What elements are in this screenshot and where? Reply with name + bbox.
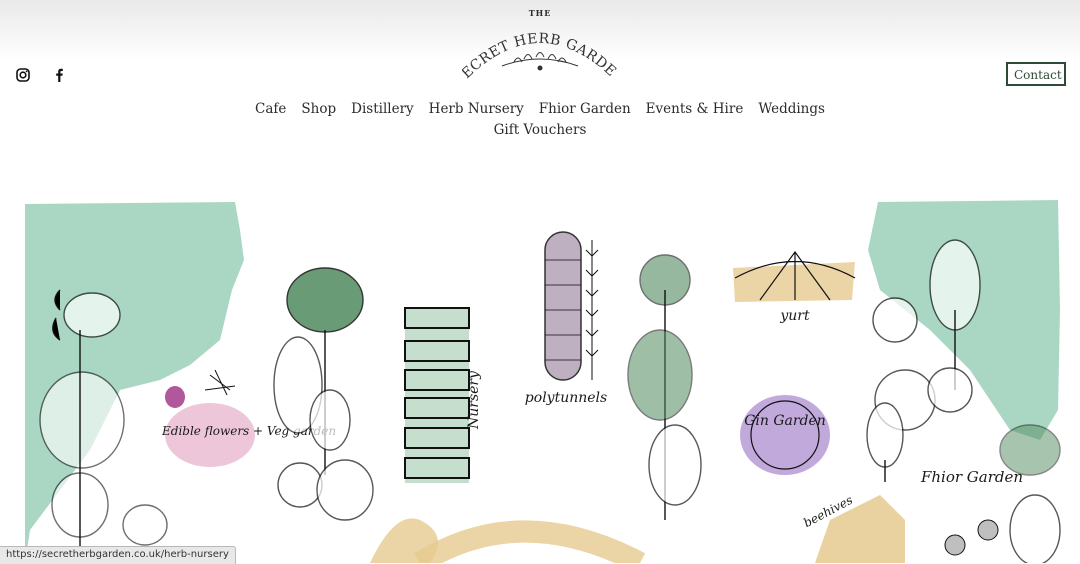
facebook-icon[interactable]	[50, 66, 68, 84]
status-bar-url: https://secretherbgarden.co.uk/herb-nurs…	[0, 546, 236, 564]
nav-item-herb-nursery[interactable]: Herb Nursery	[429, 101, 524, 122]
svg-text:polytunnels: polytunnels	[525, 390, 607, 406]
nav-item-events-hire[interactable]: Events & Hire	[646, 101, 744, 122]
garden-map-illustration: Edible flowers + Veg garden Nursery poly…	[25, 200, 1061, 563]
nav-item-weddings[interactable]: Weddings	[758, 101, 825, 122]
svg-text:Nursery: Nursery	[466, 370, 482, 430]
nav-item-shop[interactable]: Shop	[301, 101, 336, 122]
svg-text:SECRET HERB GARDEN: SECRET HERB GARDEN	[462, 16, 618, 82]
svg-text:yurt: yurt	[779, 308, 810, 324]
svg-text:Gin Garden: Gin Garden	[744, 413, 826, 429]
beehives: beehives	[801, 493, 905, 563]
garden-path-arc	[414, 520, 646, 563]
yurt: yurt	[733, 250, 856, 324]
fhior-garden: Fhior Garden	[920, 468, 1023, 556]
contact-button[interactable]: Contact	[1006, 62, 1066, 86]
logo-emblem: SECRET HERB GARDEN	[462, 16, 618, 82]
gin-garden: Gin Garden	[740, 395, 830, 475]
trees-center-left	[273, 267, 374, 521]
social-links	[14, 66, 68, 84]
nav-item-gift-vouchers[interactable]: Gift Vouchers	[494, 122, 587, 143]
main-nav: Cafe Shop Distillery Herb Nursery Fhior …	[0, 101, 1080, 143]
polytunnels: polytunnels	[525, 231, 607, 406]
nursery-beds: Nursery	[404, 307, 482, 483]
site-logo[interactable]: THE SECRET HERB GARDEN	[462, 6, 618, 82]
nav-item-fhior-garden[interactable]: Fhior Garden	[539, 101, 631, 122]
svg-text:Fhior Garden: Fhior Garden	[920, 468, 1023, 486]
instagram-icon[interactable]	[14, 66, 32, 84]
trees-center-right	[627, 254, 702, 520]
nav-item-distillery[interactable]: Distillery	[351, 101, 414, 122]
nav-item-cafe[interactable]: Cafe	[255, 101, 286, 122]
